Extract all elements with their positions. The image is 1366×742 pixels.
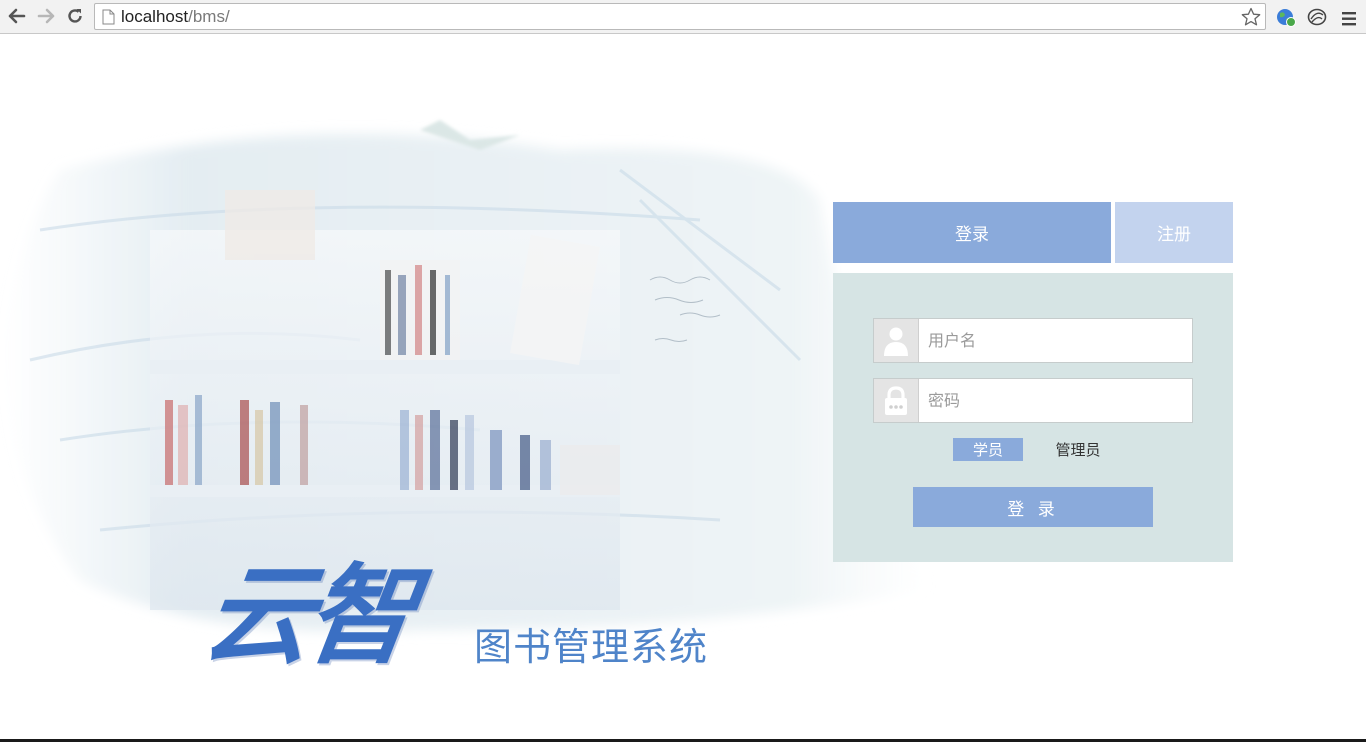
login-panel: 学员 管理员 登 录	[833, 273, 1233, 562]
password-input[interactable]	[920, 379, 1190, 422]
role-option-admin[interactable]: 管理员	[1043, 438, 1113, 461]
address-bar[interactable]: localhost/bms/	[94, 3, 1266, 30]
role-option-student[interactable]: 学员	[953, 438, 1023, 461]
bookshelf-illustration	[0, 120, 930, 632]
extension-icon[interactable]	[1306, 6, 1328, 28]
user-icon	[884, 327, 908, 356]
globe-icon[interactable]	[1275, 6, 1297, 28]
brand-logo-text: 云智	[196, 553, 418, 679]
reload-icon	[68, 9, 82, 23]
lock-icon	[885, 385, 907, 415]
url-host: localhost	[121, 7, 189, 26]
reload-button[interactable]	[64, 5, 86, 27]
password-icon-box	[874, 379, 919, 422]
url-path: /bms/	[188, 7, 230, 26]
username-input[interactable]	[920, 319, 1190, 362]
brand-subtitle: 图书管理系统	[474, 625, 709, 669]
arrow-right-icon	[37, 8, 55, 24]
back-button[interactable]	[6, 5, 28, 27]
url-text: localhost/bms/	[121, 8, 230, 26]
browser-toolbar: localhost/bms/	[0, 0, 1366, 34]
star-icon[interactable]	[1241, 7, 1261, 27]
menu-icon[interactable]	[1338, 8, 1360, 30]
forward-button[interactable]	[35, 5, 57, 27]
username-icon-box	[874, 319, 919, 362]
tab-register[interactable]: 注册	[1115, 202, 1233, 263]
username-field[interactable]	[873, 318, 1193, 363]
library-banner: 云智 图书管理系统	[0, 110, 940, 679]
page-icon	[102, 9, 115, 25]
arrow-left-icon	[8, 8, 26, 24]
tab-login[interactable]: 登录	[833, 202, 1111, 263]
password-field[interactable]	[873, 378, 1193, 423]
login-submit-button[interactable]: 登 录	[913, 487, 1153, 527]
